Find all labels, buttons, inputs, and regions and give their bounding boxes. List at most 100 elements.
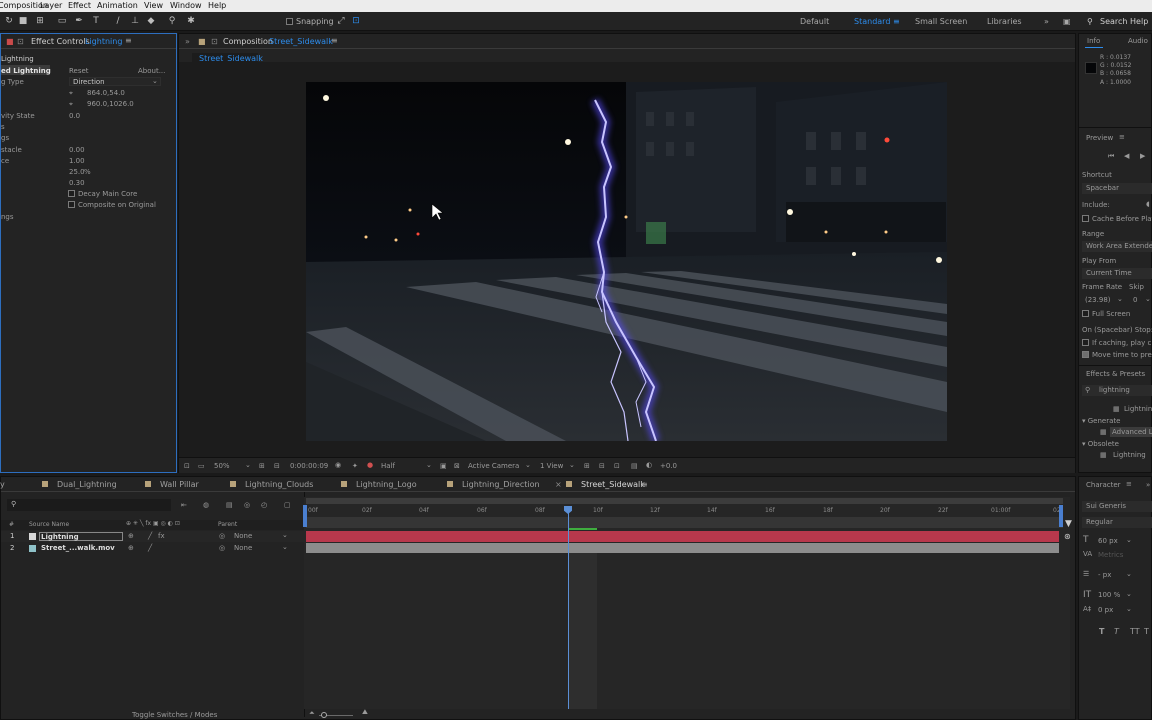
more-panels-icon[interactable]: » — [1146, 481, 1150, 489]
timeline-tab-lightning-logo[interactable]: Lightning_Logo — [341, 480, 417, 489]
transparency-grid-icon[interactable]: ⊠ — [454, 462, 460, 470]
decay-toggle[interactable]: Decay Main Core — [68, 190, 137, 198]
fx-icon[interactable]: fx — [158, 532, 165, 540]
if-caching-toggle[interactable]: If caching, play c — [1082, 339, 1151, 347]
playhead-line[interactable] — [568, 510, 569, 709]
tracking-value[interactable]: Metrics — [1098, 551, 1123, 559]
comp-button-icon[interactable]: ⊛ — [1064, 532, 1071, 541]
snap-target-icon[interactable]: ⊡ — [351, 16, 361, 26]
gravity-value[interactable]: 0.0 — [69, 112, 80, 120]
decay-checkbox[interactable] — [68, 190, 75, 197]
composite-checkbox[interactable] — [68, 201, 75, 208]
first-frame-icon[interactable]: ⏮ — [1108, 152, 1114, 161]
info-tab[interactable]: Info — [1087, 37, 1100, 45]
if-caching-checkbox[interactable] — [1082, 339, 1089, 346]
obstacle-value[interactable]: 0.00 — [69, 146, 85, 154]
snapping-toggle[interactable]: Snapping — [286, 17, 334, 26]
small-caps-icon[interactable]: T — [1144, 627, 1149, 636]
composition-tab-name[interactable]: Street_Sidewalk — [269, 37, 333, 46]
layer-name-box[interactable]: Lightning — [39, 532, 123, 541]
col-source-name[interactable]: Source Name — [29, 521, 69, 528]
panel-close-icon[interactable]: ■ — [6, 37, 14, 46]
timeline-graph[interactable] — [304, 497, 1070, 709]
layer-search-field[interactable]: ⚲ — [7, 499, 171, 511]
grid-icon[interactable]: ⊟ — [274, 462, 280, 470]
composition-tab[interactable]: Composition — [223, 37, 273, 46]
rectangle-tool-icon[interactable]: ▭ — [57, 16, 67, 26]
parent-dropdown[interactable]: None — [234, 544, 252, 552]
draft-3d-icon[interactable]: ⊟ — [599, 462, 605, 470]
timeline-tab-lightning-direction[interactable]: Lightning_Direction — [447, 480, 540, 489]
timeline-tab-dual-lightning[interactable]: Dual_Lightning — [42, 480, 117, 489]
crosshair-icon[interactable]: ⌖ — [69, 100, 73, 109]
toggle-pixel-icon[interactable]: ⊞ — [584, 462, 590, 470]
timeline-tab-wall-pillar[interactable]: Wall Pillar — [145, 480, 199, 489]
frame-blending-icon[interactable]: ▤ — [226, 501, 233, 509]
timeline-icon[interactable]: ▤ — [631, 462, 638, 470]
clone-stamp-tool-icon[interactable]: ⊥ — [130, 16, 140, 26]
play-icon[interactable]: ▶ — [1140, 152, 1145, 160]
panel-menu-icon[interactable]: ≡ — [1119, 133, 1125, 141]
workspace-default[interactable]: Default — [800, 17, 829, 26]
work-area-end[interactable] — [1059, 505, 1063, 527]
panel-menu-icon[interactable]: ≡ — [1126, 480, 1132, 488]
tab-close-icon[interactable]: × — [555, 480, 562, 489]
prev-frame-icon[interactable]: ◀ — [1124, 152, 1129, 160]
show-snapshot-icon[interactable]: ✦ — [352, 462, 358, 470]
exposure-value[interactable]: +0.0 — [660, 462, 677, 470]
shy-layers-icon[interactable]: ◍ — [203, 501, 209, 509]
workspace-libraries[interactable]: Libraries — [987, 17, 1022, 26]
exposure-icon[interactable]: ◐ — [646, 461, 652, 469]
scale-value[interactable]: 100 % — [1098, 591, 1120, 599]
views-dropdown[interactable]: 1 View — [540, 462, 563, 470]
region-icon[interactable]: ▣ — [440, 462, 447, 470]
time-ruler[interactable]: 00f 02f 04f 06f 08f 10f 12f 14f 16f 18f … — [306, 502, 1063, 517]
work-area-start[interactable] — [303, 505, 307, 527]
graph-icon[interactable]: ▢ — [284, 501, 291, 509]
menu-layer[interactable]: Layer — [40, 1, 62, 10]
character-title[interactable]: Character — [1086, 481, 1121, 489]
play-from-dropdown[interactable]: Current Time — [1082, 268, 1152, 279]
snap-icon[interactable]: ⤢ — [336, 16, 346, 26]
workspace-standard[interactable]: Standard — [854, 17, 890, 26]
timeline-tab-lightning-clouds[interactable]: Lightning_Clouds — [230, 480, 313, 489]
workspace-menu-icon[interactable]: ≡ — [893, 17, 900, 26]
obsolete-lightning-item[interactable]: Lightning — [1113, 451, 1146, 459]
about-link[interactable]: About... — [138, 67, 165, 75]
search-help[interactable]: Search Help — [1100, 17, 1148, 26]
layer-color-swatch[interactable] — [29, 545, 36, 552]
font-dropdown[interactable]: Sui Generis — [1082, 501, 1152, 512]
origin-value[interactable]: 864.0,54.0 — [87, 89, 125, 97]
layer-bar-footage[interactable] — [306, 543, 1059, 553]
comp-viewer-frame[interactable] — [306, 82, 947, 441]
lock-icon[interactable]: ⊡ — [17, 37, 24, 46]
direction-value[interactable]: 960.0,1026.0 — [87, 100, 134, 108]
monitor-icon[interactable]: ▭ — [198, 462, 205, 470]
time-navigator[interactable] — [306, 517, 1063, 528]
rotate-tool-icon[interactable]: ↻ — [4, 16, 14, 26]
resolution-dropdown[interactable]: Half — [381, 462, 395, 470]
move-time-checkbox[interactable] — [1082, 351, 1089, 358]
frame-rate-value[interactable]: (23.98) — [1085, 296, 1111, 304]
pickwhip-icon[interactable]: ◎ — [219, 532, 225, 540]
effect-controls-tab[interactable]: Effect Controls — [31, 37, 90, 46]
type-tool-icon[interactable]: T — [91, 16, 101, 26]
preview-title[interactable]: Preview — [1086, 134, 1113, 142]
toggle-switches-modes[interactable]: Toggle Switches / Modes — [132, 711, 217, 719]
snapping-checkbox[interactable] — [286, 18, 293, 25]
percent-value[interactable]: 25.0 — [69, 168, 85, 176]
effects-presets-title[interactable]: Effects & Presets — [1086, 370, 1145, 378]
full-screen-checkbox[interactable] — [1082, 310, 1089, 317]
effect-item-top[interactable]: Lightnin — [1124, 405, 1152, 413]
comp-flowchart-icon[interactable]: ⇤ — [181, 501, 187, 509]
obsolete-group[interactable]: ▾ Obsolete — [1082, 440, 1119, 448]
brush-tool-icon[interactable]: / — [113, 16, 123, 26]
zoom-in-icon[interactable]: ⛰ — [362, 708, 368, 717]
layer-color-swatch[interactable] — [29, 533, 36, 540]
full-screen-toggle[interactable]: Full Screen — [1082, 310, 1130, 318]
shortcut-dropdown[interactable]: Spacebar — [1082, 183, 1152, 194]
type-dropdown[interactable]: Direction ⌄ — [69, 77, 161, 86]
sync-icon[interactable]: ▣ — [1063, 17, 1071, 26]
camera-dropdown[interactable]: Active Camera — [468, 462, 519, 470]
anchor-icon[interactable]: ⊕ — [128, 544, 134, 552]
